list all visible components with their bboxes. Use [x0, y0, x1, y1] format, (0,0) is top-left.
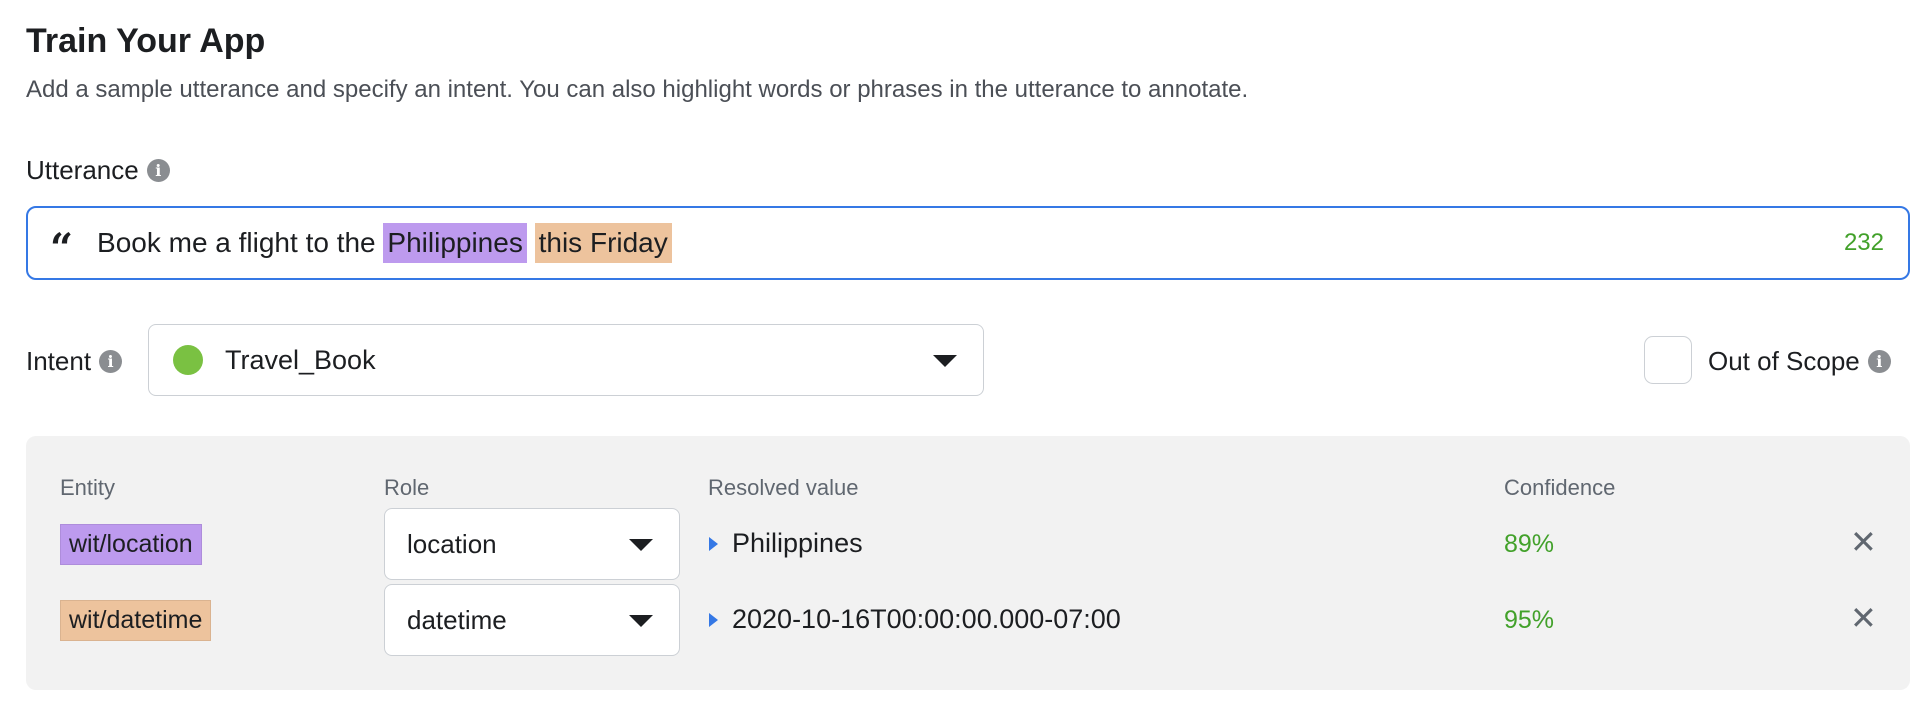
intent-label-row: Intent i	[26, 346, 123, 377]
confidence-location: 89%	[1504, 530, 1555, 558]
resolved-value-datetime: 2020-10-16T00:00:00.000-07:00	[732, 604, 1121, 634]
utterance-label: Utterance	[26, 155, 139, 185]
role-dropdown-location[interactable]: location	[384, 508, 680, 580]
entity-tag-datetime[interactable]: wit/datetime	[60, 600, 212, 641]
utterance-text[interactable]: Book me a flight to the Philippines this…	[97, 223, 672, 263]
page-title: Train Your App	[26, 22, 266, 60]
info-icon[interactable]: i	[146, 159, 170, 182]
column-header-confidence: Confidence	[1504, 475, 1616, 500]
remove-entity-icon[interactable]: ✕	[1850, 526, 1877, 558]
utterance-text-between	[527, 227, 535, 259]
character-count: 232	[1843, 229, 1884, 256]
intent-label: Intent	[26, 346, 92, 376]
intent-dropdown[interactable]: Travel_Book	[148, 324, 984, 396]
quote-icon: “	[50, 225, 74, 272]
out-of-scope-checkbox[interactable]	[1644, 336, 1692, 384]
info-icon[interactable]: i	[1867, 350, 1891, 373]
resolved-value-location: Philippines	[732, 528, 863, 558]
role-selected-value: location	[407, 528, 497, 559]
info-icon[interactable]: i	[99, 350, 123, 373]
role-dropdown-datetime[interactable]: datetime	[384, 584, 680, 656]
highlight-datetime[interactable]: this Friday	[534, 223, 672, 263]
utterance-label-row: Utterance i	[26, 155, 170, 186]
page-subtitle: Add a sample utterance and specify an in…	[26, 76, 1249, 103]
expand-triangle-icon[interactable]	[709, 613, 718, 627]
chevron-down-icon	[629, 615, 653, 627]
intent-color-dot	[173, 345, 203, 375]
expand-triangle-icon[interactable]	[709, 537, 718, 551]
entity-panel	[26, 436, 1910, 690]
column-header-entity: Entity	[60, 475, 116, 500]
out-of-scope-label[interactable]: Out of Scope	[1708, 346, 1860, 377]
out-of-scope-label-row: Out of Scope i	[1708, 346, 1891, 377]
column-header-role: Role	[384, 475, 430, 500]
remove-entity-icon[interactable]: ✕	[1850, 602, 1877, 634]
intent-selected-value: Travel_Book	[225, 344, 376, 375]
column-header-resolved: Resolved value	[708, 475, 859, 500]
highlight-location[interactable]: Philippines	[383, 223, 527, 263]
confidence-datetime: 95%	[1504, 606, 1555, 634]
role-selected-value: datetime	[407, 604, 507, 635]
utterance-input[interactable]: “ Book me a flight to the Philippines th…	[26, 206, 1910, 280]
chevron-down-icon	[629, 539, 653, 551]
entity-tag-location[interactable]: wit/location	[60, 524, 202, 565]
utterance-text-before: Book me a flight to the	[97, 227, 384, 258]
chevron-down-icon	[933, 355, 957, 367]
